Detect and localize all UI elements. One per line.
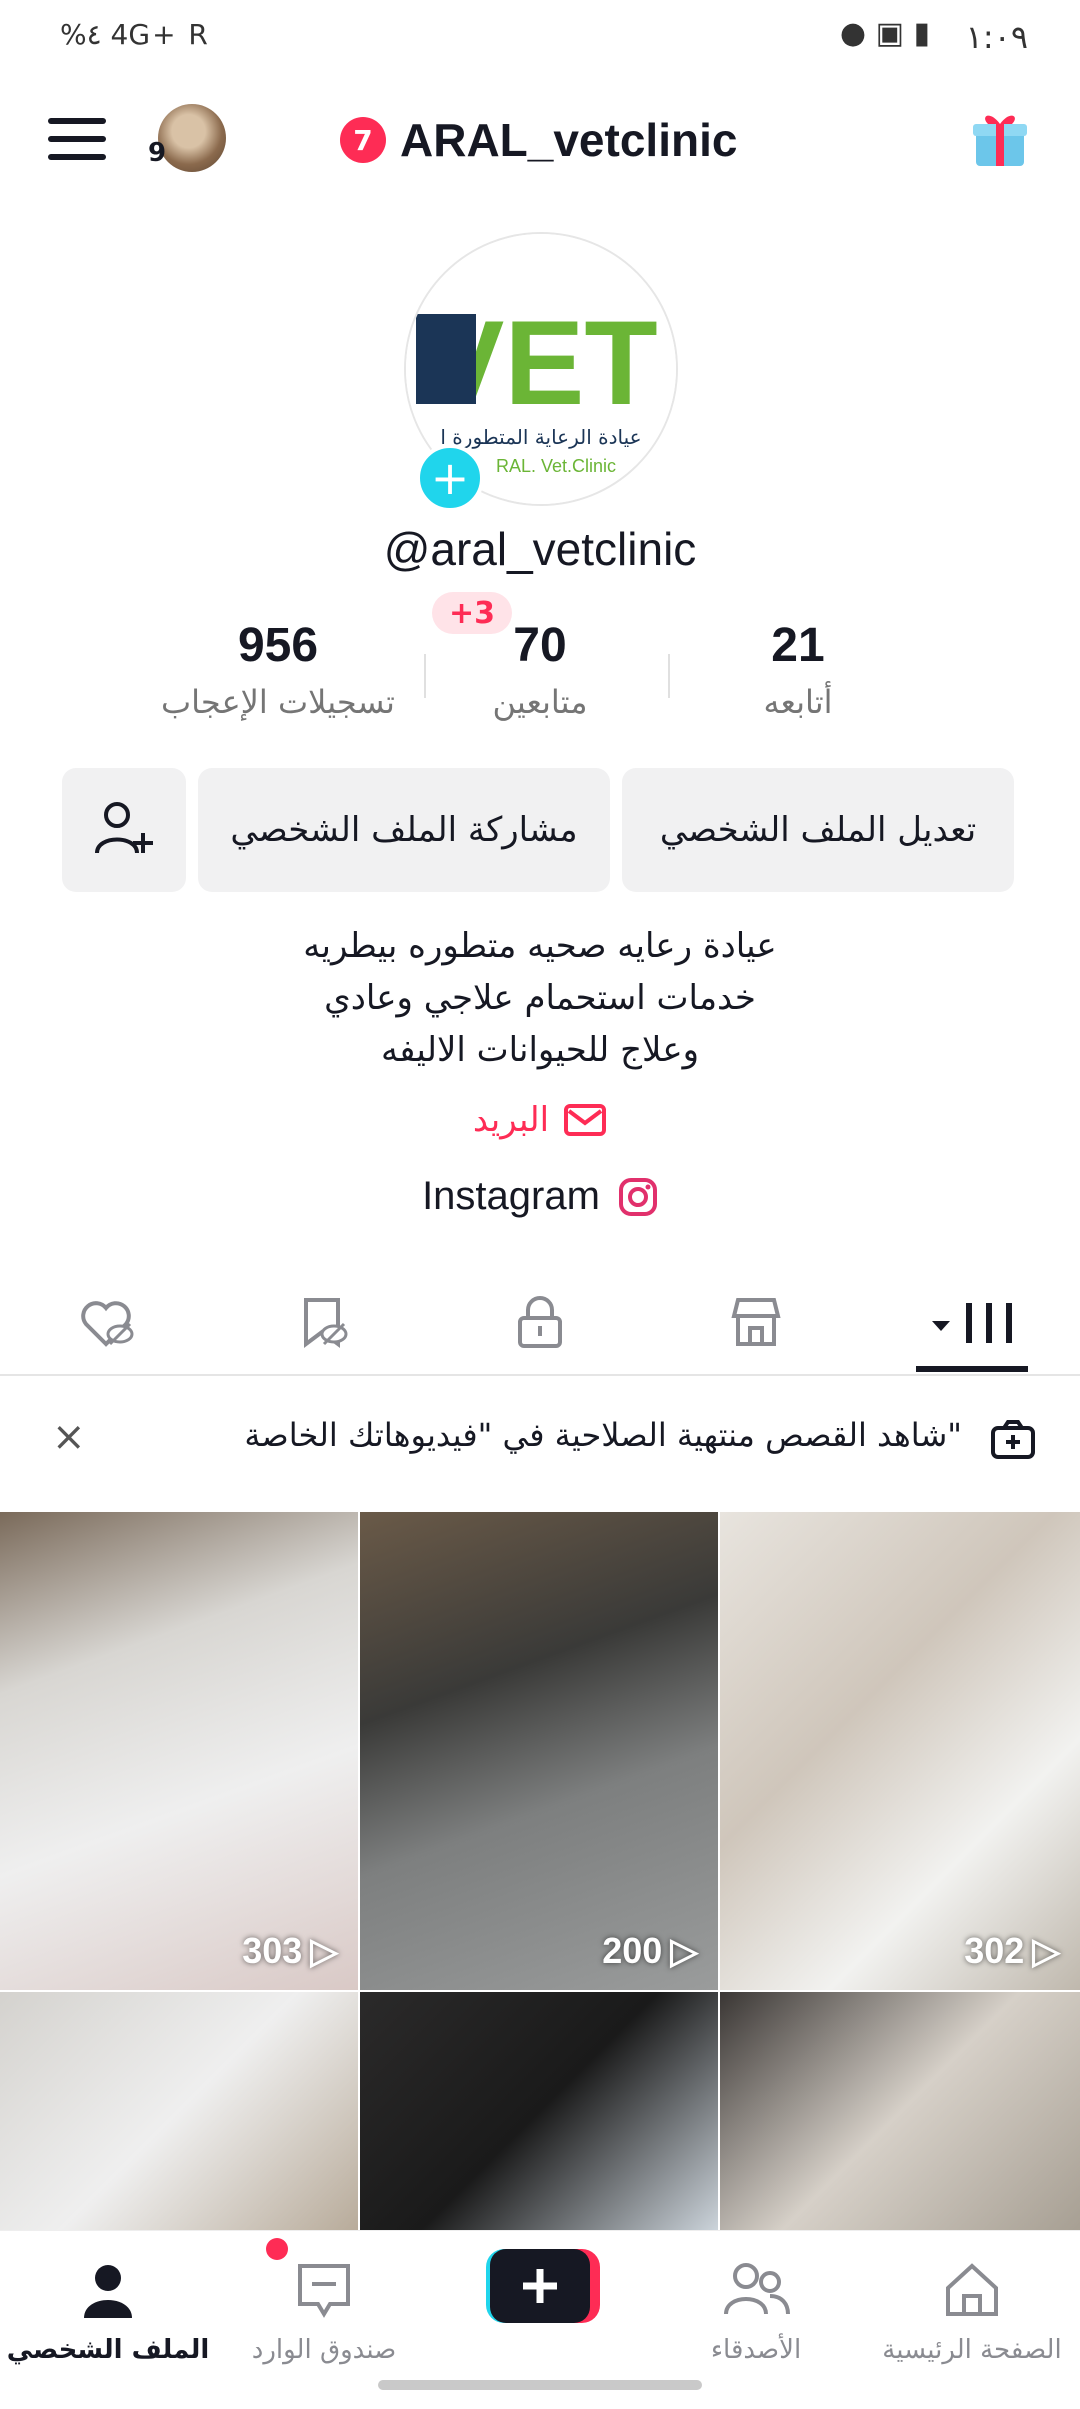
page-title: ARAL_vetclinic: [400, 114, 738, 166]
video-thumbnail[interactable]: 200 ▷: [360, 1512, 718, 1990]
tab-active-indicator: [916, 1366, 1028, 1372]
view-count: 302 ▷: [964, 1930, 1060, 1971]
play-icon: ▷: [310, 1930, 338, 1971]
stat-likes-label: تسجيلات الإعجاب: [161, 683, 395, 721]
expired-stories-banner[interactable]: شاهد القصص منتهية الصلاحية في "فيديوهاتك…: [0, 1376, 1080, 1510]
video-grid: 302 ▷ 200 ▷ 303 ▷: [0, 1512, 1080, 2232]
nav-friends[interactable]: الأصدقاء: [648, 2245, 864, 2365]
profile-bio: عيادة رعايه صحيه متطوره بيطريه خدمات است…: [0, 920, 1080, 1076]
lock-icon: [518, 1296, 562, 1348]
stat-followers-value: 70: [513, 619, 567, 672]
logo-english-text: RAL. Vet.Clinic: [496, 456, 616, 476]
stat-followers[interactable]: 70 متابعين: [400, 618, 680, 721]
plus-icon: [486, 2249, 600, 2323]
menu-icon[interactable]: [48, 118, 106, 160]
stat-following-label: أتابعه: [763, 683, 833, 721]
view-count: 303 ▷: [242, 1930, 338, 1971]
status-bar: %٤ 4G+ R ● ▣ ▮ ١:٠٩: [0, 0, 1080, 72]
bio-line: عيادة رعايه صحيه متطوره بيطريه: [303, 926, 777, 966]
gift-icon[interactable]: [970, 106, 1030, 170]
email-label: البريد: [472, 1100, 550, 1140]
instagram-label: Instagram: [422, 1174, 600, 1218]
create-button[interactable]: [480, 2245, 600, 2327]
play-icon: ▷: [670, 1930, 698, 1971]
profile-stats: 21 أتابعه 70 متابعين 956 تسجيلات الإعجاب: [0, 618, 1080, 738]
edit-profile-button[interactable]: تعديل الملف الشخصي: [622, 768, 1014, 892]
tab-favorites[interactable]: [216, 1268, 432, 1376]
nav-inbox-label: صندوق الوارد: [251, 2335, 397, 2365]
stat-likes[interactable]: 956 تسجيلات الإعجاب: [138, 618, 418, 721]
video-thumbnail[interactable]: [0, 1992, 358, 2232]
camera-icon: [991, 1420, 1035, 1459]
video-thumbnail[interactable]: [720, 1992, 1080, 2232]
inbox-icon: [298, 2264, 350, 2318]
banner-text: شاهد القصص منتهية الصلاحية في "فيديوهاتك…: [244, 1416, 962, 1454]
tab-liked[interactable]: [0, 1268, 216, 1376]
profile-icon: [84, 2265, 132, 2318]
videos-grid-icon: [932, 1303, 1012, 1343]
stat-likes-value: 956: [237, 619, 319, 672]
notification-badge: 7: [340, 117, 386, 163]
share-profile-button[interactable]: مشاركة الملف الشخصي: [198, 768, 610, 892]
add-story-button[interactable]: +: [416, 444, 484, 512]
play-icon: ▷: [1032, 1930, 1060, 1971]
stat-followers-label: متابعين: [492, 683, 588, 721]
nav-friends-label: الأصدقاء: [710, 2335, 802, 2365]
instagram-icon: [618, 1177, 657, 1216]
bookmark-hidden-icon: [304, 1298, 348, 1348]
profile-handle: @aral_vetclinic: [383, 523, 697, 575]
shop-icon: [731, 1298, 781, 1346]
close-icon[interactable]: ×: [52, 1414, 86, 1460]
friends-icon: [724, 2263, 790, 2315]
add-friend-button[interactable]: [62, 768, 186, 892]
account-avatar[interactable]: [158, 104, 226, 172]
status-time: ١:٠٩: [965, 18, 1028, 56]
stat-following-value: 21: [771, 619, 825, 672]
account-switcher[interactable]: 7 ARAL_vetclinic: [340, 108, 737, 172]
video-thumbnail[interactable]: [360, 1992, 718, 2232]
status-indicators: %٤ 4G+ R: [60, 18, 210, 51]
instagram-link[interactable]: Instagram: [0, 1174, 1080, 1219]
tab-videos[interactable]: [864, 1268, 1080, 1376]
nav-inbox[interactable]: صندوق الوارد: [216, 2245, 432, 2365]
nav-home[interactable]: الصفحة الرئيسية: [864, 2245, 1080, 2365]
bio-line: خدمات استحمام علاجي وعادي: [324, 978, 756, 1018]
bio-line: وعلاج للحيوانات الاليفه: [380, 1030, 700, 1070]
logo-arabic-text: عيادة الرعاية المتطورة ا: [440, 425, 641, 449]
view-count: 200 ▷: [602, 1930, 698, 1971]
nav-home-label: الصفحة الرئيسية: [882, 2335, 1062, 2365]
nav-profile-label: الملف الشخصي: [6, 2335, 210, 2365]
email-link[interactable]: البريد: [0, 1100, 1080, 1140]
heart-hidden-icon: [81, 1301, 134, 1347]
stat-following[interactable]: 21 أتابعه: [658, 618, 938, 721]
nav-profile[interactable]: الملف الشخصي: [0, 2245, 216, 2365]
account-count-badge: 9: [148, 138, 167, 168]
status-icons: ● ▣ ▮: [839, 16, 930, 51]
mail-icon: [564, 1104, 607, 1136]
video-thumbnail[interactable]: 303 ▷: [0, 1512, 358, 1990]
home-indicator[interactable]: [378, 2380, 702, 2390]
profile-tabs: [0, 1268, 1080, 1376]
add-user-icon: [95, 802, 153, 854]
home-icon: [946, 2263, 998, 2316]
tab-shop[interactable]: [648, 1268, 864, 1376]
tab-private[interactable]: [432, 1268, 648, 1376]
inbox-unread-dot: [266, 2238, 288, 2260]
video-thumbnail[interactable]: 302 ▷: [720, 1512, 1080, 1990]
